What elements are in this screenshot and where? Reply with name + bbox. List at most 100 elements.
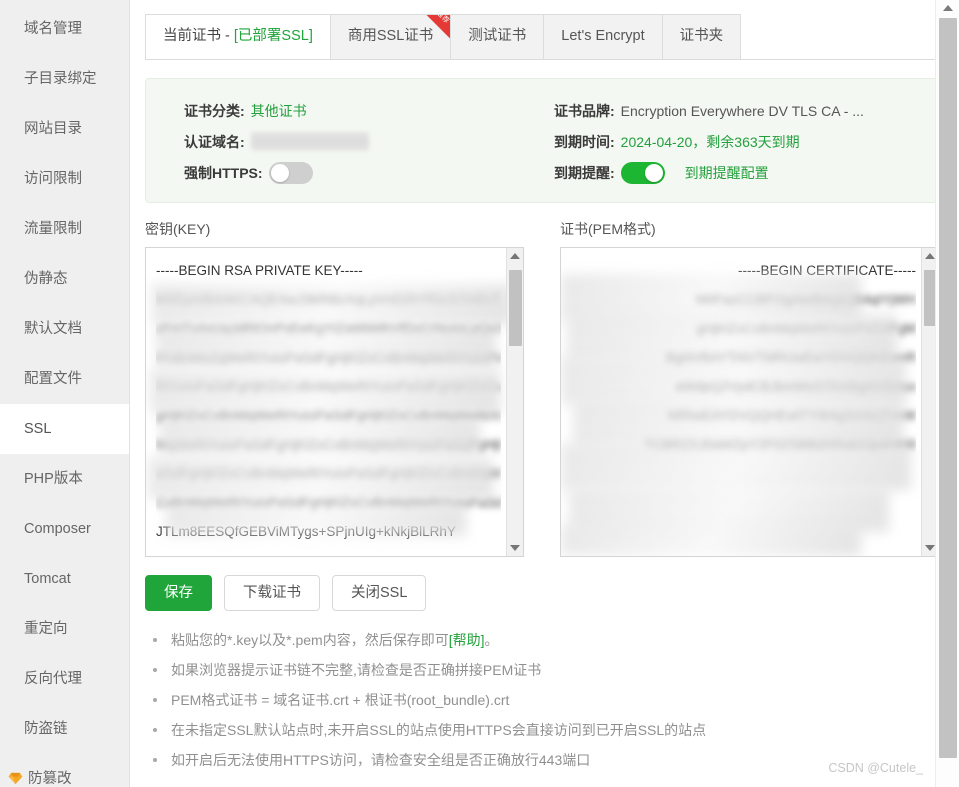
- tab-status-label: [已部署SSL]: [233, 28, 313, 44]
- cert-brand-value: Encryption Everywhere DV TLS CA - ...: [620, 102, 864, 119]
- tab-label: 证书夹: [679, 28, 724, 44]
- expiry-value: 2024-04-20，剩余363天到期: [620, 133, 800, 150]
- sidebar-item-label: Tomcat: [24, 571, 71, 587]
- page-scrollbar[interactable]: [935, 0, 959, 787]
- text-line: RtYuIoPaSdFgHjKlZxCvBnMqWeRtYuIoPaSdFgHj…: [156, 379, 501, 394]
- domain-label: 认证域名:: [184, 133, 245, 150]
- sidebar-item-12[interactable]: 重定向: [0, 604, 129, 654]
- sidebar-item-10[interactable]: Composer: [0, 504, 129, 554]
- sidebar-item-11[interactable]: Tomcat: [0, 554, 129, 604]
- sidebar-item-5[interactable]: 伪静态: [0, 254, 129, 304]
- text-line: gHjKlZxCvBnMqWeRtYuIoPaSdFgM: [696, 321, 916, 336]
- sidebar-item-3[interactable]: 访问限制: [0, 154, 129, 204]
- sidebar-item-13[interactable]: 反向代理: [0, 654, 129, 704]
- cert-field-label: 证书(PEM格式): [560, 221, 656, 237]
- tab-label: 测试证书: [468, 28, 527, 44]
- sidebar-item-label: PHP版本: [24, 471, 83, 487]
- sidebar-item-8[interactable]: SSL: [0, 404, 129, 454]
- cert-textarea[interactable]: -----BEGIN CERTIFICATE----- MIIFazCCBFOgA…: [560, 247, 939, 557]
- cert-info-right-column: 证书品牌: Encryption Everywhere DV TLS CA - …: [542, 95, 938, 188]
- tab-4[interactable]: 证书夹: [661, 14, 742, 59]
- text-line: -----BEGIN CERTIFICATE-----: [738, 263, 916, 278]
- key-textarea[interactable]: -----BEGIN RSA PRIVATE KEY----- MIIEpAIBA…: [145, 247, 524, 557]
- key-field-group: 密钥(KEY) -----BEGIN RSA PRIVATE KEY----- M…: [145, 219, 524, 557]
- sidebar-item-0[interactable]: 域名管理: [0, 4, 129, 54]
- text-line: -----BEGIN RSA PRIVATE KEY-----: [156, 263, 363, 278]
- save-button[interactable]: 保存: [145, 575, 212, 611]
- toggle-knob: [270, 163, 289, 182]
- help-tip-item: PEM格式证书 = 域名证书.crt + 根证书(root_bundle).cr…: [145, 685, 939, 715]
- cert-type-label: 证书分类:: [184, 102, 245, 119]
- gem-icon: [8, 756, 23, 785]
- sidebar-nav[interactable]: 域名管理子目录绑定 网站目录访问限制流量限制伪静态默认文档配置文件 SSL PHP版本…: [0, 0, 130, 787]
- text-line: tYvBnMxZqWeRtYuIoPaSdFgHjKlZxCvBnMqWeRtY…: [156, 350, 501, 365]
- text-line: CvBnMqWeRtYuIoPaSdFgHjKlZxCvBnMqWeRtYuIo…: [156, 495, 501, 510]
- tab-label: Let's Encrypt: [561, 28, 645, 44]
- tab-label: 商用SSL证书: [347, 28, 434, 44]
- scroll-up-arrow-icon[interactable]: [942, 5, 953, 11]
- action-buttons: 保存 下载证书 关闭SSL: [145, 575, 939, 611]
- sidebar-item-7[interactable]: 配置文件: [0, 354, 129, 404]
- tip-text-suffix: 。: [484, 632, 499, 648]
- help-tip-item: 在未指定SSL默认站点时,未开启SSL的站点使用HTTPS会直接访问到已开启SS…: [145, 715, 939, 745]
- text-line: MRIwEAYDVQQHEwlTYW4gSm9zZVcW: [667, 408, 916, 423]
- force-https-row: 强制HTTPS:: [184, 157, 542, 188]
- help-tip-item: 粘贴您的*.key以及*.pem内容，然后保存即可[帮助]。: [145, 625, 939, 655]
- ssl-tab-bar[interactable]: 当前证书 - [已部署SSL] 商用SSL证书 推荐 测试证书 Let's Encryp…: [145, 14, 939, 60]
- cert-textarea-content: -----BEGIN CERTIFICATE----- MIIFazCCBFOgA…: [571, 256, 916, 459]
- text-line: MIIEpAIBAAKCAQEAwJ3kRt8zXqLpVnD2hYfGcS7m…: [156, 292, 501, 307]
- text-line: gHjKlZxCvBnMqWeRtYuIoPaSdFgHjKlZxCvBnMqW…: [156, 408, 501, 423]
- tip-text: 在未指定SSL默认站点时,未开启SSL的站点使用HTTPS会直接访问到已开启SS…: [171, 722, 707, 738]
- domain-row: 认证域名:: [184, 126, 542, 157]
- sidebar-item-label: 配置文件: [24, 371, 82, 387]
- sidebar-item-9[interactable]: PHP版本: [0, 454, 129, 504]
- sidebar-item-6[interactable]: 默认文档: [0, 304, 129, 354]
- toggle-knob: [644, 163, 663, 182]
- cert-type-value: 其他证书: [250, 102, 307, 119]
- scroll-up-arrow-icon[interactable]: [925, 253, 935, 259]
- scroll-down-arrow-icon[interactable]: [925, 545, 935, 551]
- scroll-up-arrow-icon[interactable]: [510, 253, 520, 259]
- close-ssl-button[interactable]: 关闭SSL: [332, 575, 427, 611]
- tab-1[interactable]: 商用SSL证书 推荐: [329, 14, 452, 59]
- redaction-smudge: [569, 488, 889, 532]
- scrollbar-thumb[interactable]: [509, 270, 522, 346]
- tab-2[interactable]: 测试证书: [450, 14, 545, 59]
- key-field-label: 密钥(KEY): [145, 221, 211, 237]
- expiry-reminder-toggle[interactable]: [620, 161, 665, 184]
- expiry-reminder-config-link[interactable]: 到期提醒配置: [685, 163, 769, 183]
- key-textarea-content: -----BEGIN RSA PRIVATE KEY----- MIIEpAIBA…: [156, 256, 501, 546]
- main-content: 当前证书 - [已部署SSL] 商用SSL证书 推荐 测试证书 Let's Encryp…: [130, 0, 959, 787]
- download-certificate-button[interactable]: 下载证书: [224, 575, 320, 611]
- key-textarea-scrollbar[interactable]: [506, 248, 523, 556]
- expiry-reminder-row: 到期提醒: 到期提醒配置: [554, 157, 938, 188]
- expiry-reminder-label: 到期提醒:: [554, 164, 615, 181]
- help-tips-list: 粘贴您的*.key以及*.pem内容，然后保存即可[帮助]。 如果浏览器提示证书链…: [145, 625, 939, 775]
- expiry-row: 到期时间: 2024-04-20，剩余363天到期: [554, 126, 938, 157]
- ssl-settings-window: 域名管理子目录绑定 网站目录访问限制流量限制伪静态默认文档配置文件 SSL PHP版本…: [0, 0, 959, 787]
- tip-text: 如开启后无法使用HTTPS访问，请检查安全组是否正确放行443端口: [171, 752, 591, 768]
- sidebar-item-label: 伪静态: [24, 271, 68, 287]
- sidebar-item-label: 访问限制: [24, 171, 82, 187]
- text-line: MqWeRtYuIoPaSdFgHjKlZxCvBnMqWeRtYuIoPaSd…: [156, 437, 501, 452]
- force-https-toggle[interactable]: [268, 161, 313, 184]
- sidebar-item-2[interactable]: 网站目录: [0, 104, 129, 154]
- cert-brand-row: 证书品牌: Encryption Everywhere DV TLS CA - …: [554, 95, 938, 126]
- text-line: aWdpQ2VydCBJbmMxGTAXBgNVBAsx: [675, 379, 916, 394]
- page-scrollbar-thumb[interactable]: [939, 18, 957, 758]
- tab-0[interactable]: 当前证书 - [已部署SSL]: [145, 14, 331, 59]
- tab-3[interactable]: Let's Encrypt: [543, 14, 663, 59]
- text-line: TCBRZXJ0aWZpY2F0ZSBBdXRob3JpdHkW: [644, 437, 916, 452]
- sidebar-item-4[interactable]: 流量限制: [0, 204, 129, 254]
- sidebar-item-label: Composer: [24, 521, 91, 537]
- tab-label: 当前证书 -: [163, 28, 234, 44]
- sidebar-item-label: 域名管理: [24, 21, 82, 37]
- cert-type-row: 证书分类: 其他证书: [184, 95, 542, 126]
- certificate-info-panel: 证书分类: 其他证书 认证域名: 强制HTTPS: 证书品牌: Encrypti…: [145, 78, 939, 203]
- sidebar-item-14[interactable]: 防盗链: [0, 704, 129, 754]
- scroll-down-arrow-icon[interactable]: [510, 545, 520, 551]
- sidebar-item-1[interactable]: 子目录绑定: [0, 54, 129, 104]
- help-link[interactable]: [帮助]: [449, 632, 485, 648]
- text-line: MIIFazCCBFOgAwIBAgIQB4qIYjWH: [695, 292, 916, 307]
- sidebar-item-15[interactable]: 防篡改: [0, 754, 129, 787]
